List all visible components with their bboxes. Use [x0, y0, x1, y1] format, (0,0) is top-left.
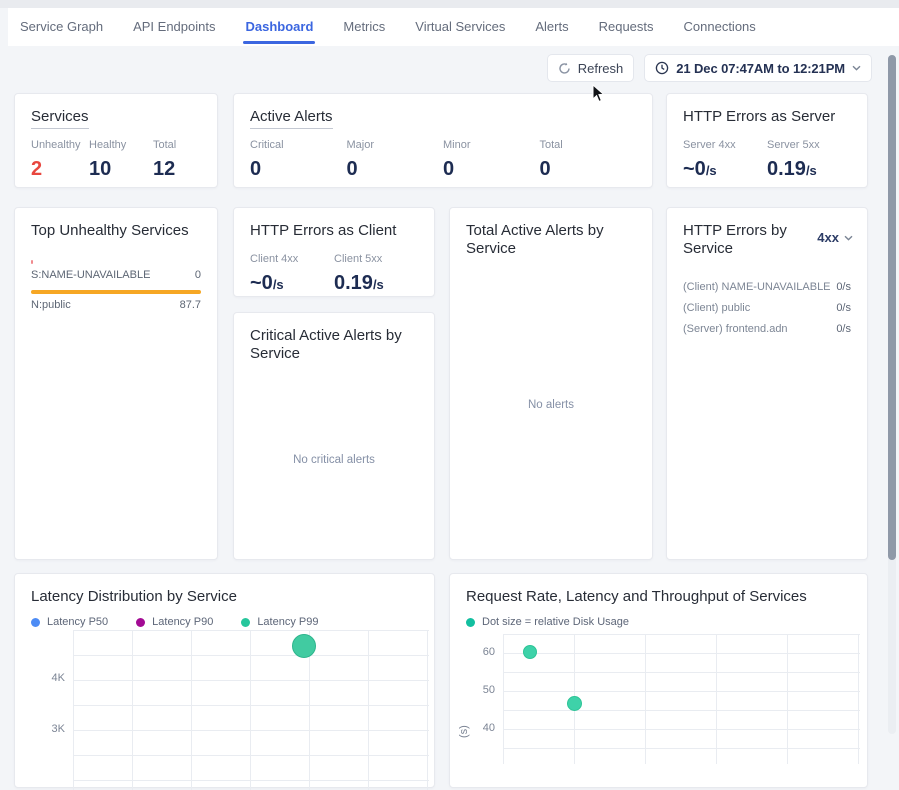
refresh-icon — [558, 62, 571, 75]
chevron-down-icon — [852, 65, 861, 71]
tab-alerts[interactable]: Alerts — [533, 8, 570, 46]
window-top-strip — [0, 0, 899, 8]
top-unhealthy-title: Top Unhealthy Services — [31, 222, 201, 240]
critical-alerts-title: Critical Active Alerts by Service — [250, 327, 410, 363]
services-stat-unhealthy: Unhealthy 2 — [31, 139, 89, 181]
chevron-down-icon — [844, 235, 853, 241]
nav-tab-bar: Service Graph API Endpoints Dashboard Me… — [8, 8, 899, 46]
tab-service-graph[interactable]: Service Graph — [18, 8, 105, 46]
p99-legend-dot-icon — [241, 618, 250, 627]
http-errors-by-service-title: HTTP Errors by Service — [683, 222, 803, 258]
y-axis-tick: 3K — [39, 723, 65, 735]
client-4xx-stat: Client 4xx ~0/s — [250, 253, 334, 295]
alerts-stat-minor: Minor 0 — [443, 139, 540, 181]
p90-legend-dot-icon — [136, 618, 145, 627]
alerts-stat-major: Major 0 — [347, 139, 444, 181]
tab-connections[interactable]: Connections — [682, 8, 758, 46]
services-stat-total: Total 12 — [153, 139, 176, 181]
top-unhealthy-services-card: Top Unhealthy Services S:NAME-UNAVAILABL… — [14, 207, 218, 560]
legend-item-p50[interactable]: Latency P50 — [31, 616, 108, 628]
http-errors-server-card: HTTP Errors as Server Server 4xx ~0/s Se… — [666, 93, 868, 188]
table-row[interactable]: (Client) public 0/s — [683, 297, 851, 318]
y-axis-tick: 4K — [39, 672, 65, 684]
http-errors-server-title: HTTP Errors as Server — [683, 108, 851, 126]
toolbar: Refresh 21 Dec 07:47AM to 12:21PM — [548, 55, 871, 81]
scatter-dot — [523, 645, 537, 659]
unhealthy-bar-1 — [31, 260, 33, 264]
unhealthy-bar-2 — [31, 290, 201, 294]
error-type-filter-dropdown[interactable]: 4xx — [817, 230, 853, 245]
http-errors-by-service-card: HTTP Errors by Service 4xx (Client) NAME… — [666, 207, 868, 560]
active-alerts-card: Active Alerts Critical 0 Major 0 Minor 0… — [233, 93, 653, 188]
request-rate-scatter-plot[interactable]: 60 50 40 — [503, 634, 860, 764]
http-errors-client-card: HTTP Errors as Client Client 4xx ~0/s Cl… — [233, 207, 435, 297]
y-axis-tick: 60 — [469, 646, 495, 658]
tab-virtual-services[interactable]: Virtual Services — [413, 8, 507, 46]
critical-alerts-by-service-card: Critical Active Alerts by Service No cri… — [233, 312, 435, 560]
scatter-dot — [567, 696, 582, 711]
refresh-label: Refresh — [578, 61, 624, 76]
y-axis-tick: 50 — [469, 684, 495, 696]
no-critical-alerts-text: No critical alerts — [234, 454, 434, 466]
p50-legend-dot-icon — [31, 618, 40, 627]
legend-item-disk-usage: Dot size = relative Disk Usage — [466, 616, 629, 628]
total-alerts-by-service-card: Total Active Alerts by Service No alerts — [449, 207, 653, 560]
services-card-title: Services — [31, 108, 201, 126]
tab-requests[interactable]: Requests — [597, 8, 656, 46]
alerts-stat-critical: Critical 0 — [250, 139, 347, 181]
http-errors-client-title: HTTP Errors as Client — [250, 222, 418, 240]
server-5xx-stat: Server 5xx 0.19/s — [767, 139, 851, 181]
y-axis-tick: 40 — [469, 722, 495, 734]
latency-distribution-chart-card: Latency Distribution by Service Latency … — [14, 573, 435, 788]
tab-metrics[interactable]: Metrics — [341, 8, 387, 46]
disk-usage-legend-dot-icon — [466, 618, 475, 627]
vertical-scrollbar-thumb[interactable] — [888, 55, 896, 560]
latency-scatter-plot[interactable]: 4K 3K — [73, 630, 429, 790]
list-item[interactable]: N:public 87.7 — [31, 299, 201, 311]
alerts-stat-total: Total 0 — [540, 139, 637, 181]
time-range-label: 21 Dec 07:47AM to 12:21PM — [676, 61, 845, 76]
scatter-dot — [292, 634, 316, 658]
server-4xx-stat: Server 4xx ~0/s — [683, 139, 767, 181]
tab-dashboard[interactable]: Dashboard — [243, 8, 315, 46]
refresh-button[interactable]: Refresh — [548, 55, 634, 81]
table-row[interactable]: (Client) NAME-UNAVAILABLE 0/s — [683, 276, 851, 297]
no-alerts-text: No alerts — [450, 399, 652, 411]
services-stat-healthy: Healthy 10 — [89, 139, 153, 181]
request-rate-chart-legend: Dot size = relative Disk Usage — [466, 616, 629, 628]
tab-api-endpoints[interactable]: API Endpoints — [131, 8, 217, 46]
latency-chart-legend: Latency P50 Latency P90 Latency P99 — [31, 616, 318, 628]
client-5xx-stat: Client 5xx 0.19/s — [334, 253, 418, 295]
latency-chart-title: Latency Distribution by Service — [31, 588, 418, 606]
table-row[interactable]: (Server) frontend.adn 0/s — [683, 318, 851, 339]
request-rate-chart-card: Request Rate, Latency and Throughput of … — [449, 573, 868, 788]
time-range-picker[interactable]: 21 Dec 07:47AM to 12:21PM — [645, 55, 871, 81]
list-item[interactable]: S:NAME-UNAVAILABLE 0 — [31, 269, 201, 281]
total-alerts-title: Total Active Alerts by Service — [466, 222, 626, 258]
services-card: Services Unhealthy 2 Healthy 10 Total 12 — [14, 93, 218, 188]
legend-item-p90[interactable]: Latency P90 — [136, 616, 213, 628]
active-alerts-card-title: Active Alerts — [250, 108, 636, 126]
legend-item-p99[interactable]: Latency P99 — [241, 616, 318, 628]
clock-icon — [655, 61, 669, 75]
y-axis-label: (s) — [458, 725, 470, 738]
request-rate-chart-title: Request Rate, Latency and Throughput of … — [466, 588, 851, 606]
